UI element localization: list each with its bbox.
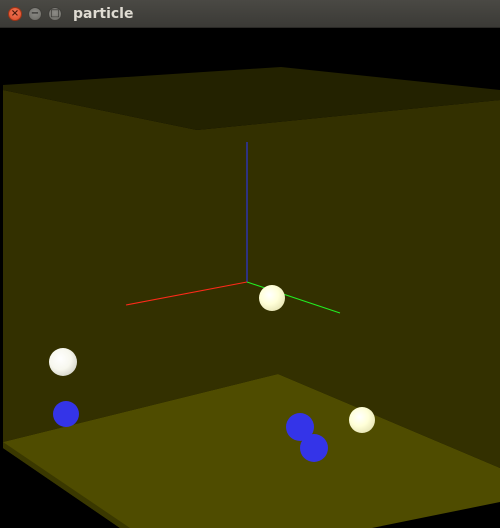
title-bar[interactable]: × − □ particle bbox=[0, 0, 500, 28]
minimize-icon: − bbox=[30, 8, 40, 19]
particle-2 bbox=[49, 348, 77, 376]
particle-1 bbox=[259, 285, 285, 311]
close-button[interactable]: × bbox=[8, 7, 22, 21]
minimize-button[interactable]: − bbox=[28, 7, 42, 21]
maximize-button[interactable]: □ bbox=[48, 7, 62, 21]
gl-viewport[interactable] bbox=[0, 28, 500, 528]
app-window: × − □ particle bbox=[0, 0, 500, 528]
particle-3 bbox=[349, 407, 375, 433]
scene-svg bbox=[3, 67, 500, 528]
maximize-icon: □ bbox=[50, 8, 60, 19]
window-title: particle bbox=[73, 6, 134, 22]
close-icon: × bbox=[10, 8, 20, 19]
particle-6 bbox=[300, 434, 328, 462]
particle-4 bbox=[53, 401, 79, 427]
